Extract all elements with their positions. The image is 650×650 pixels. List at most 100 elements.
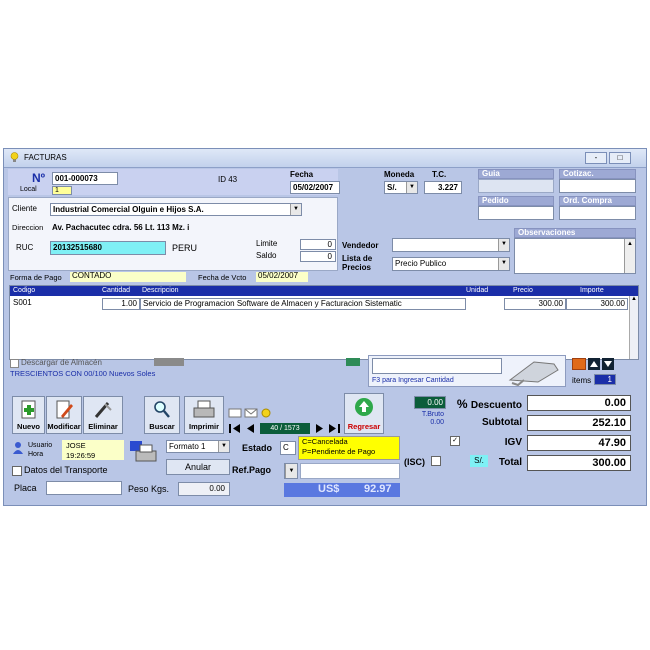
anular-button[interactable]: Anular: [166, 459, 230, 475]
maximize-button[interactable]: □: [609, 152, 631, 164]
peso-field[interactable]: 0.00: [178, 482, 230, 496]
forma-pago-label: Forma de Pago: [10, 273, 62, 282]
placa-field[interactable]: [46, 481, 122, 495]
nav-first-prev-icon[interactable]: [228, 423, 260, 434]
observaciones-field[interactable]: ▲: [514, 238, 636, 274]
numero-label: Nº: [32, 171, 46, 185]
fecha-vcto-label: Fecha de Vcto: [198, 273, 247, 282]
tc-field[interactable]: 3.227: [424, 181, 462, 194]
datos-transporte-checkbox[interactable]: [12, 466, 22, 476]
moneda-label: Moneda: [384, 170, 415, 179]
estado-option-c: C=Cancelada: [302, 437, 348, 446]
estado-field[interactable]: C: [280, 441, 296, 455]
placa-label: Placa: [14, 483, 37, 493]
regresar-button[interactable]: Regresar: [344, 393, 384, 434]
local-field[interactable]: 1: [52, 186, 72, 195]
direccion-field[interactable]: Av. Pachacutec cdra. 56 Lt. 113 Mz. i: [50, 222, 338, 235]
col-descripcion: Descripcion: [142, 287, 179, 294]
descuento-text: Descuento: [470, 400, 522, 411]
lista-precios-select[interactable]: Precio Publico ▼: [392, 257, 510, 271]
ingresar-hint: F3 para Ingresar Cantidad: [372, 377, 454, 384]
cantidad-input[interactable]: [372, 358, 502, 374]
minimize-button[interactable]: -: [585, 152, 607, 164]
descargar-indicator: [154, 358, 184, 366]
mini-tools-icons[interactable]: [228, 407, 276, 419]
items-grid[interactable]: Codigo Cantidad Descripcion Unidad Preci…: [9, 285, 639, 360]
delete-icon: [94, 402, 112, 418]
col-cantidad: Cantidad: [102, 287, 131, 294]
ref-pago-field[interactable]: [300, 463, 400, 479]
nav-next-last-icon[interactable]: [312, 423, 342, 434]
ord-compra-label: Ord. Compra: [559, 196, 636, 206]
forma-pago-field[interactable]: CONTADO: [70, 272, 186, 282]
numero-field[interactable]: 001-000073: [52, 172, 118, 185]
cell-codigo[interactable]: S001: [11, 298, 101, 310]
cotizac-label: Cotizac.: [559, 169, 636, 179]
pais-text: PERU: [172, 243, 198, 253]
col-importe: Importe: [580, 287, 604, 294]
guia-field[interactable]: [478, 179, 554, 193]
cell-precio[interactable]: 300.00: [504, 298, 566, 310]
ref-pago-label: Ref.Pago: [232, 465, 272, 475]
fecha-label: Fecha: [290, 170, 314, 179]
fecha-field[interactable]: 05/02/2007: [290, 181, 340, 194]
usd-panel: US$ 92.97: [284, 483, 400, 497]
user-icon: [13, 442, 23, 454]
descuento-pct-field[interactable]: 0.00: [414, 396, 446, 409]
vendedor-select[interactable]: ▼: [392, 238, 510, 252]
tc-label: T.C.: [432, 170, 447, 179]
limite-label: Limite: [256, 239, 278, 248]
descargar-checkbox[interactable]: [10, 359, 19, 368]
descargar-label: Descargar de Almacén: [21, 358, 102, 367]
isc-label: (ISC): [404, 457, 425, 467]
ord-compra-field[interactable]: [559, 206, 636, 220]
direccion-label: Direccion: [12, 223, 44, 232]
printer-icon: [193, 400, 215, 418]
up-down-arrows-icon[interactable]: [588, 358, 614, 370]
cell-importe[interactable]: 300.00: [566, 298, 628, 310]
chevron-down-icon: ▼: [498, 258, 509, 270]
hora-label: Hora: [28, 451, 44, 458]
moneda-select[interactable]: S/. ▼: [384, 181, 418, 194]
ruc-field[interactable]: 20132515680: [50, 241, 166, 255]
limite-field: 0: [300, 239, 336, 250]
buscar-button[interactable]: Buscar: [144, 396, 180, 434]
total-field: 300.00: [527, 455, 631, 471]
estado-tooltip: C=Cancelada P=Pendiente de Pago: [298, 436, 400, 460]
ruc-label: RUC: [16, 243, 34, 252]
pedido-label: Pedido: [478, 196, 554, 206]
cliente-value: Industrial Comercial Olguin e Hijos S.A.: [53, 205, 204, 214]
cotizac-field[interactable]: [559, 179, 636, 193]
descuento-label: % Descuento: [448, 397, 522, 411]
scrollbar[interactable]: ▲: [624, 239, 635, 273]
local-label: Local: [20, 186, 37, 193]
nuevo-button[interactable]: Nuevo: [12, 396, 45, 434]
pedido-field[interactable]: [478, 206, 554, 220]
total-currency-badge: S/.: [470, 455, 488, 467]
calculator-icon[interactable]: [572, 358, 586, 370]
lista-precios-label: Lista de Precios: [342, 254, 373, 272]
cell-unidad[interactable]: [466, 298, 504, 310]
facturas-window: FACTURAS - □ Nº 001-000073 Local 1 ID 43…: [3, 148, 647, 506]
imprimir-button[interactable]: Imprimir: [184, 396, 224, 434]
cliente-select[interactable]: Industrial Comercial Olguin e Hijos S.A.…: [50, 203, 302, 216]
percent-sign: %: [456, 397, 471, 411]
chevron-down-icon: ▼: [290, 204, 301, 215]
col-codigo: Codigo: [13, 287, 36, 294]
isc-checkbox[interactable]: [431, 456, 441, 466]
grid-scrollbar[interactable]: ▲: [629, 296, 638, 359]
saldo-field: 0: [300, 251, 336, 262]
chevron-down-icon: ▼: [406, 182, 417, 193]
cell-descripcion[interactable]: Servicio de Programacion Software de Alm…: [140, 298, 466, 310]
print-options-icon[interactable]: [128, 439, 160, 469]
eliminar-button[interactable]: Eliminar: [83, 396, 123, 434]
cell-cantidad[interactable]: 1.00: [102, 298, 140, 310]
usd-value: 92.97: [364, 483, 392, 495]
formato-select[interactable]: Formato 1 ▼: [166, 440, 230, 453]
barcode-scanner-icon: [508, 361, 559, 386]
ref-pago-dropdown[interactable]: ▼: [284, 463, 298, 479]
modificar-button[interactable]: Modificar: [46, 396, 82, 434]
chevron-down-icon: ▼: [218, 441, 229, 452]
guia-label: Guia: [478, 169, 554, 179]
fecha-vcto-field[interactable]: 05/02/2007: [256, 272, 308, 282]
